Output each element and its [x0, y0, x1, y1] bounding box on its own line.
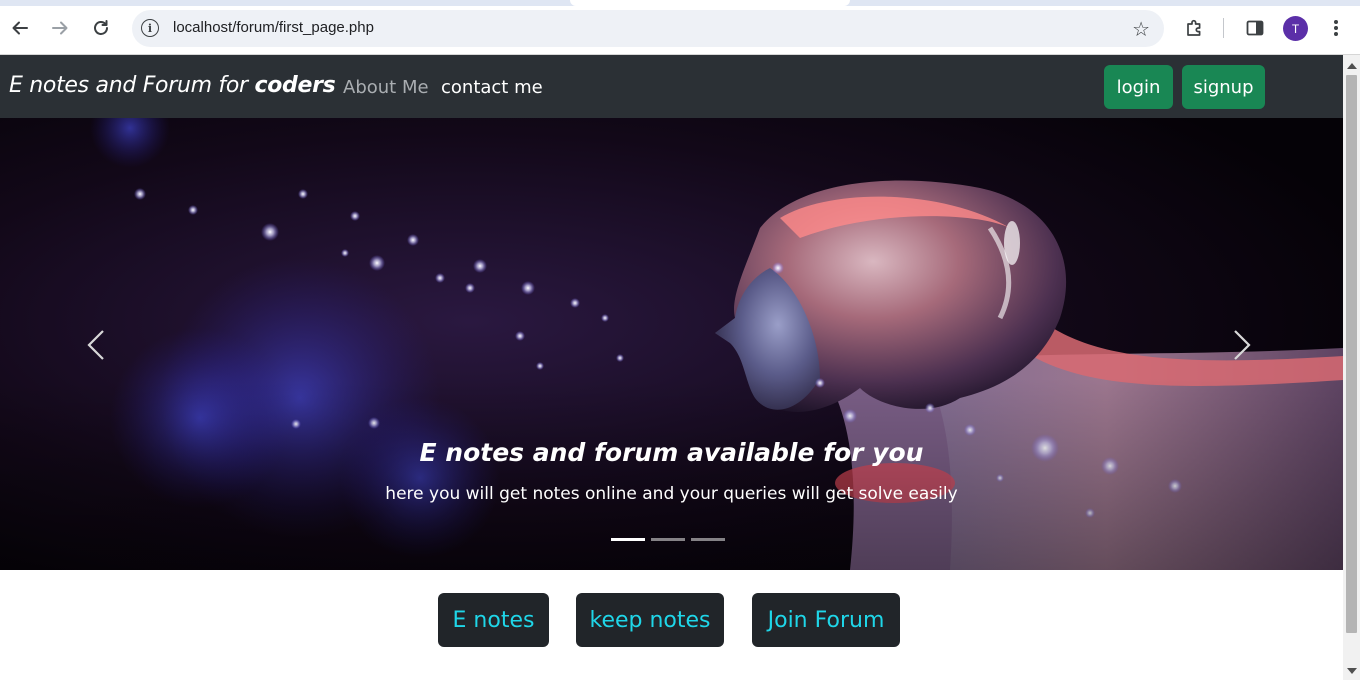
- hero-carousel: E notes and forum available for you here…: [0, 118, 1343, 570]
- carousel-indicator-3[interactable]: [691, 538, 725, 541]
- carousel-prev-button[interactable]: [76, 323, 116, 367]
- scrollbar-thumb[interactable]: [1346, 75, 1357, 633]
- chevron-right-icon: [1234, 330, 1251, 360]
- carousel-indicator-1[interactable]: [611, 538, 645, 541]
- star-icon[interactable]: ☆: [1132, 17, 1150, 42]
- nav-link-about[interactable]: About Me: [343, 77, 429, 98]
- brand-bold: coders: [254, 73, 336, 98]
- nav-link-contact[interactable]: contact me: [441, 77, 543, 98]
- scroll-down-icon[interactable]: [1347, 668, 1357, 674]
- url-text[interactable]: localhost/forum/first_page.php: [173, 19, 374, 36]
- site-navbar: E notes and Forum for coders About Me co…: [0, 55, 1343, 118]
- tab-strip: [0, 0, 1360, 6]
- browser-menu-button[interactable]: [1322, 14, 1350, 42]
- login-button[interactable]: login: [1104, 65, 1173, 109]
- reload-icon: [94, 20, 108, 35]
- carousel-indicators: [611, 538, 725, 541]
- kebab-menu-icon: [1334, 20, 1338, 36]
- side-panel-button[interactable]: [1241, 14, 1269, 42]
- keep-notes-button[interactable]: keep notes: [576, 593, 724, 647]
- carousel-next-button[interactable]: [1222, 323, 1262, 367]
- arrow-left-icon: [12, 21, 28, 35]
- forward-button[interactable]: [46, 14, 74, 42]
- profile-avatar[interactable]: T: [1283, 16, 1308, 41]
- carousel-indicator-2[interactable]: [651, 538, 685, 541]
- chevron-left-icon: [87, 330, 104, 360]
- signup-button[interactable]: signup: [1182, 65, 1265, 109]
- carousel-caption-text: here you will get notes online and your …: [385, 484, 958, 504]
- join-forum-button[interactable]: Join Forum: [752, 593, 900, 647]
- puzzle-icon: [1187, 19, 1201, 36]
- brand-prefix: E notes and Forum for: [9, 73, 255, 98]
- arrow-right-icon: [52, 21, 68, 35]
- reload-button[interactable]: [87, 14, 115, 42]
- page-scrollbar[interactable]: [1343, 55, 1360, 680]
- side-panel-icon: [1246, 20, 1264, 36]
- page-viewport: E notes and Forum for coders About Me co…: [0, 55, 1343, 680]
- toolbar-separator: [1223, 18, 1224, 38]
- address-bar[interactable]: i localhost/forum/first_page.php ☆: [132, 10, 1164, 47]
- brand-logo-text[interactable]: E notes and Forum for coders: [9, 73, 336, 98]
- browser-toolbar: i localhost/forum/first_page.php ☆ T: [0, 0, 1360, 55]
- info-icon[interactable]: i: [141, 19, 159, 37]
- active-tab[interactable]: [570, 0, 850, 6]
- carousel-caption-title: E notes and forum available for you: [419, 438, 924, 467]
- e-notes-button[interactable]: E notes: [438, 593, 549, 647]
- scroll-up-icon[interactable]: [1347, 63, 1357, 69]
- extensions-button[interactable]: [1181, 14, 1209, 42]
- back-button[interactable]: [6, 14, 34, 42]
